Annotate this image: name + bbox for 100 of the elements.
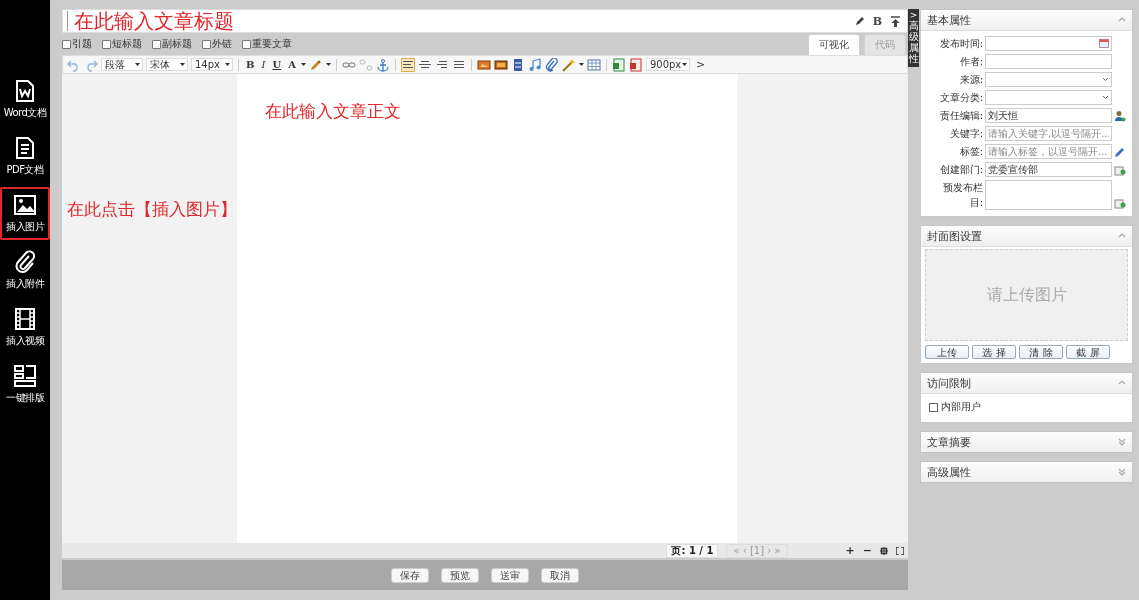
- move-to-top-icon[interactable]: [890, 15, 901, 27]
- caret-icon: [180, 63, 185, 66]
- sidebar-item[interactable]: 插入视频: [0, 301, 50, 354]
- format-button[interactable]: U: [270, 59, 284, 70]
- select-field[interactable]: [985, 90, 1112, 105]
- body-hint: 在此输入文章正文: [265, 101, 401, 121]
- callout-text: 在此点击【插入图片】: [66, 199, 237, 219]
- paperclip-icon[interactable]: [544, 57, 559, 72]
- checkbox-label: 副标题: [162, 37, 192, 51]
- chevron-down-icon: [1102, 77, 1109, 82]
- checkbox[interactable]: [202, 39, 211, 49]
- format-button[interactable]: I: [259, 59, 268, 70]
- checkbox-label: 引题: [72, 37, 92, 51]
- checkbox-label: 重要文章: [252, 37, 292, 51]
- film-icon: [13, 307, 37, 331]
- checkbox[interactable]: [242, 39, 251, 49]
- action-button[interactable]: 取消: [541, 567, 579, 583]
- field-label: 标签:: [958, 145, 983, 159]
- pen-icon[interactable]: [1114, 146, 1126, 158]
- side-toggle[interactable]: > 高级属性: [908, 9, 919, 67]
- panel-header[interactable]: 访问限制: [921, 373, 1132, 394]
- field-label: 关键字:: [948, 127, 983, 141]
- cover-button[interactable]: 选 择: [972, 345, 1016, 359]
- checkbox-label: 内部用户: [941, 400, 981, 414]
- sidebar-item[interactable]: 插入图片: [0, 187, 50, 240]
- action-button[interactable]: 送审: [491, 567, 529, 583]
- sidebar-item[interactable]: Word文档: [0, 73, 50, 126]
- zoom-out-button[interactable]: −: [862, 545, 872, 556]
- page-count: 页: 1 / 1: [666, 543, 719, 558]
- image-icon[interactable]: [476, 57, 491, 72]
- checkbox[interactable]: [152, 39, 161, 49]
- sidebar-item[interactable]: 插入附件: [0, 244, 50, 297]
- upload-placeholder: 请上传图片: [986, 284, 1067, 306]
- input-field[interactable]: 党委宣传部: [985, 162, 1112, 177]
- cover-button[interactable]: 清 除: [1019, 345, 1063, 359]
- field-label: 文章分类:: [938, 91, 983, 105]
- dropdown[interactable]: 900px: [645, 58, 690, 71]
- caret-icon[interactable]: [325, 63, 331, 66]
- cover-button[interactable]: 截 屏: [1066, 345, 1110, 359]
- music-icon[interactable]: [527, 57, 542, 72]
- view-tab[interactable]: 可视化: [808, 34, 860, 55]
- panel-header[interactable]: 文章摘要: [921, 432, 1132, 452]
- pen-icon[interactable]: [853, 15, 865, 27]
- dropdown[interactable]: 14px: [191, 58, 233, 71]
- folder-add-icon[interactable]: [1114, 164, 1126, 176]
- more-button[interactable]: >: [692, 58, 709, 71]
- chevron-down-icon: [1102, 95, 1109, 100]
- zoom-in-button[interactable]: +: [845, 545, 855, 556]
- panel-header[interactable]: 高级属性: [921, 462, 1132, 482]
- fit-icon[interactable]: [880, 546, 888, 555]
- folder-add-icon[interactable]: [1114, 197, 1126, 209]
- document-icon[interactable]: [628, 57, 643, 72]
- editor-page[interactable]: 在此输入文章正文: [237, 74, 737, 543]
- field-label: 创建部门:: [938, 163, 983, 177]
- input-field[interactable]: 请输入标签，以逗号隔开...: [985, 144, 1112, 159]
- select-field[interactable]: [985, 72, 1112, 87]
- bold-button[interactable]: B: [872, 14, 882, 28]
- panel-header[interactable]: 基本属性: [921, 10, 1132, 31]
- field-label: 来源:: [958, 73, 983, 87]
- user-icon[interactable]: [1114, 110, 1126, 122]
- sidebar-item[interactable]: 一键排版: [0, 358, 50, 411]
- action-button[interactable]: 预览: [441, 567, 479, 583]
- checkbox[interactable]: [62, 39, 71, 49]
- checkbox[interactable]: [929, 402, 938, 412]
- caret-icon: [681, 63, 687, 66]
- document-icon: [13, 79, 37, 103]
- checkbox-label: 外链: [212, 37, 232, 51]
- dropdown[interactable]: 宋体: [146, 58, 188, 71]
- cover-button[interactable]: 上传: [925, 345, 969, 359]
- date-field[interactable]: [985, 36, 1112, 51]
- caret-icon[interactable]: [578, 63, 584, 66]
- layout-icon: [13, 364, 37, 388]
- title-bar[interactable]: 在此输入文章标题 B: [62, 9, 908, 33]
- sidebar-item[interactable]: PDF文档: [0, 130, 50, 183]
- format-button[interactable]: B: [244, 59, 257, 70]
- image-icon[interactable]: [493, 57, 508, 72]
- document-icon: [13, 136, 37, 160]
- fullscreen-icon[interactable]: [896, 546, 904, 555]
- action-button[interactable]: 保存: [391, 567, 429, 583]
- input-field[interactable]: 刘天恒: [985, 108, 1112, 123]
- anchor-icon[interactable]: [375, 57, 390, 72]
- align-icon[interactable]: [400, 57, 415, 72]
- input-field[interactable]: 请输入关键字,以逗号隔开...: [985, 126, 1112, 141]
- field-label: 责任编辑:: [938, 109, 983, 123]
- panel-header[interactable]: 封面图设置: [921, 226, 1132, 247]
- image-icon: [13, 193, 37, 217]
- dropdown[interactable]: 段落: [101, 58, 143, 71]
- calendar-icon[interactable]: [1099, 39, 1109, 48]
- field-label: 预发布栏目:: [942, 181, 983, 210]
- input-field[interactable]: [985, 54, 1112, 69]
- magic-wand-icon[interactable]: [561, 57, 576, 72]
- spreadsheet-icon[interactable]: [611, 57, 626, 72]
- caret-icon[interactable]: [300, 63, 306, 66]
- checkbox[interactable]: [102, 39, 111, 49]
- paperclip-icon: [13, 250, 37, 274]
- title-field[interactable]: 在此输入文章标题: [67, 11, 846, 31]
- format-button[interactable]: A: [286, 59, 298, 70]
- field-label: 作者:: [958, 55, 983, 69]
- checkbox-label: 短标题: [112, 37, 142, 51]
- field-label: 发布时间:: [938, 37, 983, 51]
